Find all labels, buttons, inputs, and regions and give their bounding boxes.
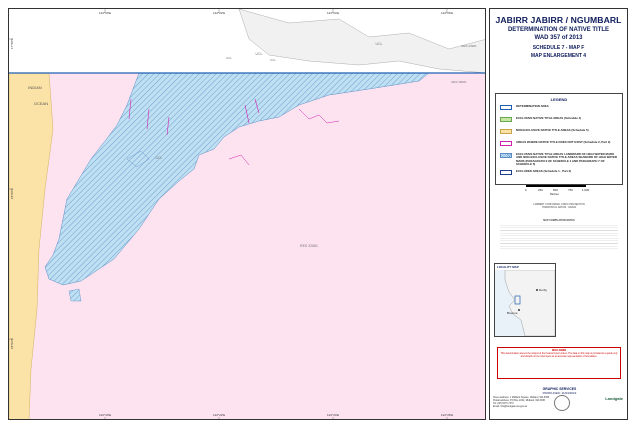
map-info-panel: JABIRR JABIRR / NGUMBARL DETERMINATION O…: [489, 8, 628, 420]
legend-item: EXCLUSIVE NATIVE TITLE AREAS LANDWARD OF…: [500, 152, 618, 167]
legend-label: EXCLUSIVE NATIVE TITLE AREAS LANDWARD OF…: [516, 152, 617, 167]
town-broome: Broome: [507, 311, 518, 315]
scale-bar-graphic: [526, 185, 586, 187]
datum-text: HORIZONTAL DATUM : GDA94: [542, 206, 576, 209]
town-derby: Derby: [539, 288, 548, 292]
legend-item: DETERMINATION AREA: [500, 104, 618, 114]
coord-bottom-1: 122°20'E: [99, 413, 112, 417]
scale-bar: 0 250 500 750 1,000 Metres: [525, 185, 594, 199]
compilation-notes: MAP COMPILATION NOTES: [500, 219, 618, 251]
scale-tick-3: 750: [568, 188, 573, 192]
legend-item: AREAS WHERE NATIVE TITLE DOES NOT EXIST …: [500, 140, 618, 150]
legend-label: EXCLUSIVE NATIVE TITLE AREAS (Schedule 4…: [516, 116, 582, 120]
coord-bottom-3: 122°24'E: [327, 413, 340, 417]
coord-left-2: 18°00'S: [10, 188, 14, 199]
label-ucl-3: UCL: [155, 156, 162, 160]
scale-tick-0: 0: [525, 188, 527, 192]
map-canvas[interactable]: INDIAN OCEAN UCL UCL UCL RES 22681 RES 2…: [9, 9, 486, 420]
legend-swatch: [500, 105, 512, 110]
disclaimer-text: This determination area is the subject o…: [500, 353, 618, 358]
landgate-logo: Landgate: [605, 396, 623, 401]
case-number: WAD 357 of 2013: [534, 35, 583, 41]
legend-swatch: [500, 117, 512, 122]
label-reserve-2: RES 23981: [461, 44, 477, 48]
legend-item: EXCLUDED AREAS (Schedule 1 , Part 2): [500, 169, 618, 179]
coord-left-3: 18°02'S: [10, 338, 14, 349]
label-reserve-3: RES 38001: [451, 80, 467, 84]
inlet-area-2: [68, 288, 82, 302]
legend-heading: LEGEND: [550, 97, 568, 102]
legend-item: EXCLUSIVE NATIVE TITLE AREAS (Schedule 4…: [500, 116, 618, 126]
contact-details: Street address: 1 Midland Square, Midlan…: [493, 396, 551, 408]
locality-title: LOCALITY MAP: [497, 265, 519, 269]
legend-swatch: [500, 129, 512, 134]
email: Email: info@landgate.wa.gov.au: [493, 405, 528, 408]
legend-label: AREAS WHERE NATIVE TITLE DOES NOT EXIST …: [516, 140, 611, 144]
scale-tick-1: 250: [538, 188, 543, 192]
legend-swatch: [500, 141, 512, 146]
disclaimer-box: DISCLAIMER This determination area is th…: [497, 347, 621, 379]
map-title: JABIRR JABIRR / NGUMBARL: [495, 15, 622, 25]
locality-map-graphic: Derby Broome: [495, 270, 555, 336]
map-sheet: INDIAN OCEAN UCL UCL UCL RES 22681 RES 2…: [0, 0, 634, 430]
title-block: JABIRR JABIRR / NGUMBARL DETERMINATION O…: [490, 9, 627, 59]
enlargement-label: MAP ENLARGEMENT 4: [530, 53, 587, 59]
schedule-label: SCHEDULE 7 - MAP F: [532, 45, 585, 51]
legend-item: NON-EXCLUSIVE NATIVE TITLE AREAS (Schedu…: [500, 128, 618, 138]
government-crest-icon: [554, 395, 570, 411]
legend-label: NON-EXCLUSIVE NATIVE TITLE AREAS (Schedu…: [516, 128, 589, 132]
compilation-heading: MAP COMPILATION NOTES: [543, 219, 575, 222]
locality-map[interactable]: LOCALITY MAP Derby Broome: [494, 263, 556, 337]
compilation-text-lines: [500, 223, 618, 251]
map-frame[interactable]: INDIAN OCEAN UCL UCL UCL RES 22681 RES 2…: [8, 8, 486, 420]
projection-note: LAMBERT CONFORMAL CONIC PROJECTION HORIZ…: [500, 203, 618, 209]
coord-left-1: 17°58'S: [10, 38, 14, 49]
scale-tick-4: 1,000: [582, 188, 590, 192]
scale-unit: Metres: [550, 192, 559, 196]
coord-top-4: 122°26'E: [441, 11, 454, 15]
map-subtitle: DETERMINATION OF NATIVE TITLE: [507, 27, 610, 33]
label-ucl-2: UCL: [375, 42, 382, 46]
coord-bottom-2: 122°22'E: [213, 413, 226, 417]
coord-top-2: 122°22'E: [213, 11, 226, 15]
legend-swatch: [500, 170, 512, 175]
legend: LEGEND DETERMINATION AREA EXCLUSIVE NATIV…: [495, 93, 623, 185]
legend-label: EXCLUDED AREAS (Schedule 1 , Part 2): [516, 169, 572, 173]
coord-top-1: 122°20'E: [99, 11, 112, 15]
footer: Street address: 1 Midland Square, Midlan…: [490, 394, 629, 416]
label-indian: INDIAN: [28, 85, 42, 90]
legend-swatch: [500, 153, 512, 158]
legend-label: DETERMINATION AREA: [516, 104, 549, 108]
label-l1: UCL: [226, 56, 232, 60]
coord-top-3: 122°24'E: [327, 11, 340, 15]
label-ocean: OCEAN: [34, 101, 48, 106]
label-ucl-1: UCL: [255, 52, 262, 56]
coord-bottom-4: 122°26'E: [441, 413, 454, 417]
label-reserve: RES 22681: [300, 244, 318, 248]
label-l2: UCL: [270, 58, 276, 62]
